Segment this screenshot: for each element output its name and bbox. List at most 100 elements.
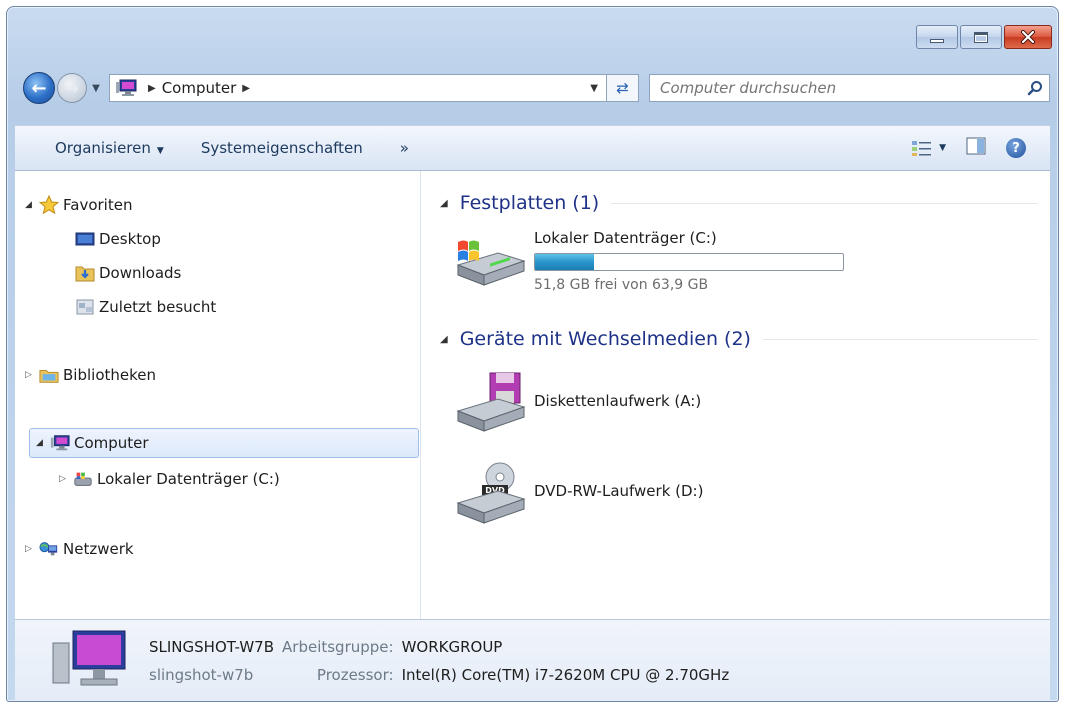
command-bar: Organisieren ▼ Systemeigenschaften » ▼ ?	[15, 125, 1050, 171]
chevron-down-icon: ▼	[939, 143, 946, 153]
group-header-removable[interactable]: ◢ Geräte mit Wechselmedien (2)	[440, 325, 1038, 353]
refresh-button[interactable]: ⇄	[607, 74, 639, 102]
drive-name: Lokaler Datenträger (C:)	[534, 229, 717, 247]
computer-icon	[50, 434, 70, 452]
details-view-icon	[912, 141, 932, 156]
desktop-icon	[75, 230, 95, 248]
close-button[interactable]	[1004, 25, 1052, 49]
navigation-pane: ◢ Favoriten Desktop Downloads Zuletzt be…	[15, 171, 421, 619]
tree-computer[interactable]: ◢ Computer	[29, 428, 419, 458]
computer-icon	[47, 629, 129, 693]
search-input[interactable]	[660, 79, 1021, 97]
libraries-icon	[39, 366, 59, 384]
processor-label: Prozessor:	[316, 665, 394, 684]
downloads-label: Downloads	[99, 264, 182, 282]
computer-name: SLINGSHOT-W7B	[149, 637, 275, 656]
drive-item-a[interactable]: Diskettenlaufwerk (A:)	[452, 371, 701, 432]
address-row: ← → ▼ ▶ Computer ▶ ▼ ⇄	[23, 71, 1050, 105]
forward-button[interactable]: →	[57, 73, 87, 103]
drive-name: Diskettenlaufwerk (A:)	[534, 392, 702, 410]
explorer-window: ← → ▼ ▶ Computer ▶ ▼ ⇄ Computer durchsuc…	[6, 6, 1059, 702]
expand-arrow-icon[interactable]: ▷	[59, 474, 71, 484]
breadcrumb-computer[interactable]: Computer	[162, 79, 237, 97]
preview-pane-icon	[966, 137, 986, 155]
computer-label: Computer	[74, 434, 149, 452]
tree-network[interactable]: ▷ Netzwerk	[25, 535, 134, 563]
drive-name: DVD-RW-Laufwerk (D:)	[534, 482, 704, 500]
maximize-icon	[974, 31, 988, 43]
main-pane: ◢ Festplatten (1) Lokaler Datenträger (C…	[422, 171, 1050, 619]
tree-item-local-disk-c[interactable]: ▷ Lokaler Datenträger (C:)	[59, 465, 280, 493]
drive-text: Lokaler Datenträger (C:) 51,8 GB frei vo…	[534, 229, 844, 293]
drive-usage-bar	[534, 253, 844, 271]
chevron-down-icon: ▼	[92, 82, 100, 94]
expand-arrow-icon[interactable]: ▷	[25, 544, 37, 554]
network-icon	[39, 540, 59, 558]
change-view-button[interactable]: ▼	[911, 139, 946, 157]
back-button[interactable]: ←	[23, 72, 55, 104]
recent-places-icon	[75, 298, 95, 316]
computer-subname: slingshot-w7b	[149, 665, 254, 684]
collapse-arrow-icon[interactable]: ◢	[25, 200, 37, 210]
dvd-drive-icon: DVD	[452, 461, 528, 524]
help-icon[interactable]: ?	[1006, 138, 1026, 158]
drive-text: DVD-RW-Laufwerk (D:)	[534, 482, 703, 500]
search-icon[interactable]	[1021, 80, 1049, 96]
recent-pages-dropdown[interactable]: ▼	[89, 83, 103, 94]
tree-item-downloads[interactable]: Downloads	[75, 259, 181, 287]
group-divider	[611, 202, 1038, 204]
close-icon	[1021, 30, 1035, 44]
arrow-left-icon: ←	[31, 77, 47, 99]
content-area: ◢ Favoriten Desktop Downloads Zuletzt be…	[15, 171, 1050, 619]
workgroup-label: Arbeitsgruppe:	[282, 637, 394, 656]
computer-icon	[116, 78, 142, 98]
caption-buttons	[916, 25, 1052, 49]
collapse-arrow-icon[interactable]: ◢	[36, 438, 48, 448]
workgroup-value: WORKGROUP	[401, 637, 503, 656]
floppy-drive-icon	[452, 371, 528, 432]
expand-arrow-icon[interactable]: ▷	[25, 370, 37, 380]
drive-usage-fill	[535, 254, 594, 270]
system-properties-button[interactable]: Systemeigenschaften	[201, 139, 363, 157]
downloads-folder-icon	[75, 264, 95, 282]
hard-drive-icon	[73, 470, 93, 488]
libraries-label: Bibliotheken	[63, 366, 156, 384]
preview-pane-button[interactable]	[966, 137, 986, 159]
processor-value: Intel(R) Core(TM) i7-2620M CPU @ 2.70GHz	[401, 665, 730, 684]
more-commands-button[interactable]: »	[400, 139, 409, 157]
organize-menu[interactable]: Organisieren ▼	[55, 139, 164, 157]
network-label: Netzwerk	[63, 540, 134, 558]
minimize-button[interactable]	[916, 25, 958, 49]
favorites-label: Favoriten	[63, 196, 133, 214]
drive-item-d[interactable]: DVD DVD-RW-Laufwerk (D:)	[452, 461, 703, 524]
recent-label: Zuletzt besucht	[99, 298, 217, 316]
search-box[interactable]	[649, 74, 1050, 102]
group-header-hard-disks[interactable]: ◢ Festplatten (1)	[440, 189, 1038, 217]
collapse-arrow-icon[interactable]: ◢	[440, 198, 448, 209]
star-icon	[39, 195, 59, 215]
arrow-right-icon: →	[65, 78, 79, 98]
tree-item-recent[interactable]: Zuletzt besucht	[75, 293, 216, 321]
chevron-down-icon: ▼	[156, 146, 164, 156]
chevron-down-icon[interactable]: ▼	[590, 83, 598, 94]
group-divider	[762, 338, 1038, 340]
collapse-arrow-icon[interactable]: ◢	[440, 334, 448, 345]
group-title: Geräte mit Wechselmedien (2)	[459, 328, 751, 350]
drive-free-space: 51,8 GB frei von 63,9 GB	[534, 277, 709, 293]
computer-info: SLINGSHOT-W7B Arbeitsgruppe: WORKGROUP s…	[149, 638, 729, 684]
hard-drive-icon	[452, 231, 528, 291]
tree-libraries[interactable]: ▷ Bibliotheken	[25, 361, 156, 389]
desktop-label: Desktop	[99, 230, 161, 248]
address-bar[interactable]: ▶ Computer ▶ ▼	[109, 74, 607, 102]
refresh-icon: ⇄	[616, 79, 629, 97]
drive-item-c[interactable]: Lokaler Datenträger (C:) 51,8 GB frei vo…	[452, 229, 844, 293]
tree-item-desktop[interactable]: Desktop	[75, 225, 161, 253]
tree-favorites[interactable]: ◢ Favoriten	[25, 191, 132, 219]
group-title: Festplatten (1)	[459, 192, 600, 214]
details-pane: SLINGSHOT-W7B Arbeitsgruppe: WORKGROUP s…	[15, 619, 1050, 701]
breadcrumb-separator-icon[interactable]: ▶	[242, 83, 250, 94]
local-disk-label: Lokaler Datenträger (C:)	[97, 470, 280, 488]
drive-text: Diskettenlaufwerk (A:)	[534, 392, 701, 410]
maximize-button[interactable]	[960, 25, 1002, 49]
breadcrumb-separator-icon[interactable]: ▶	[148, 83, 156, 94]
